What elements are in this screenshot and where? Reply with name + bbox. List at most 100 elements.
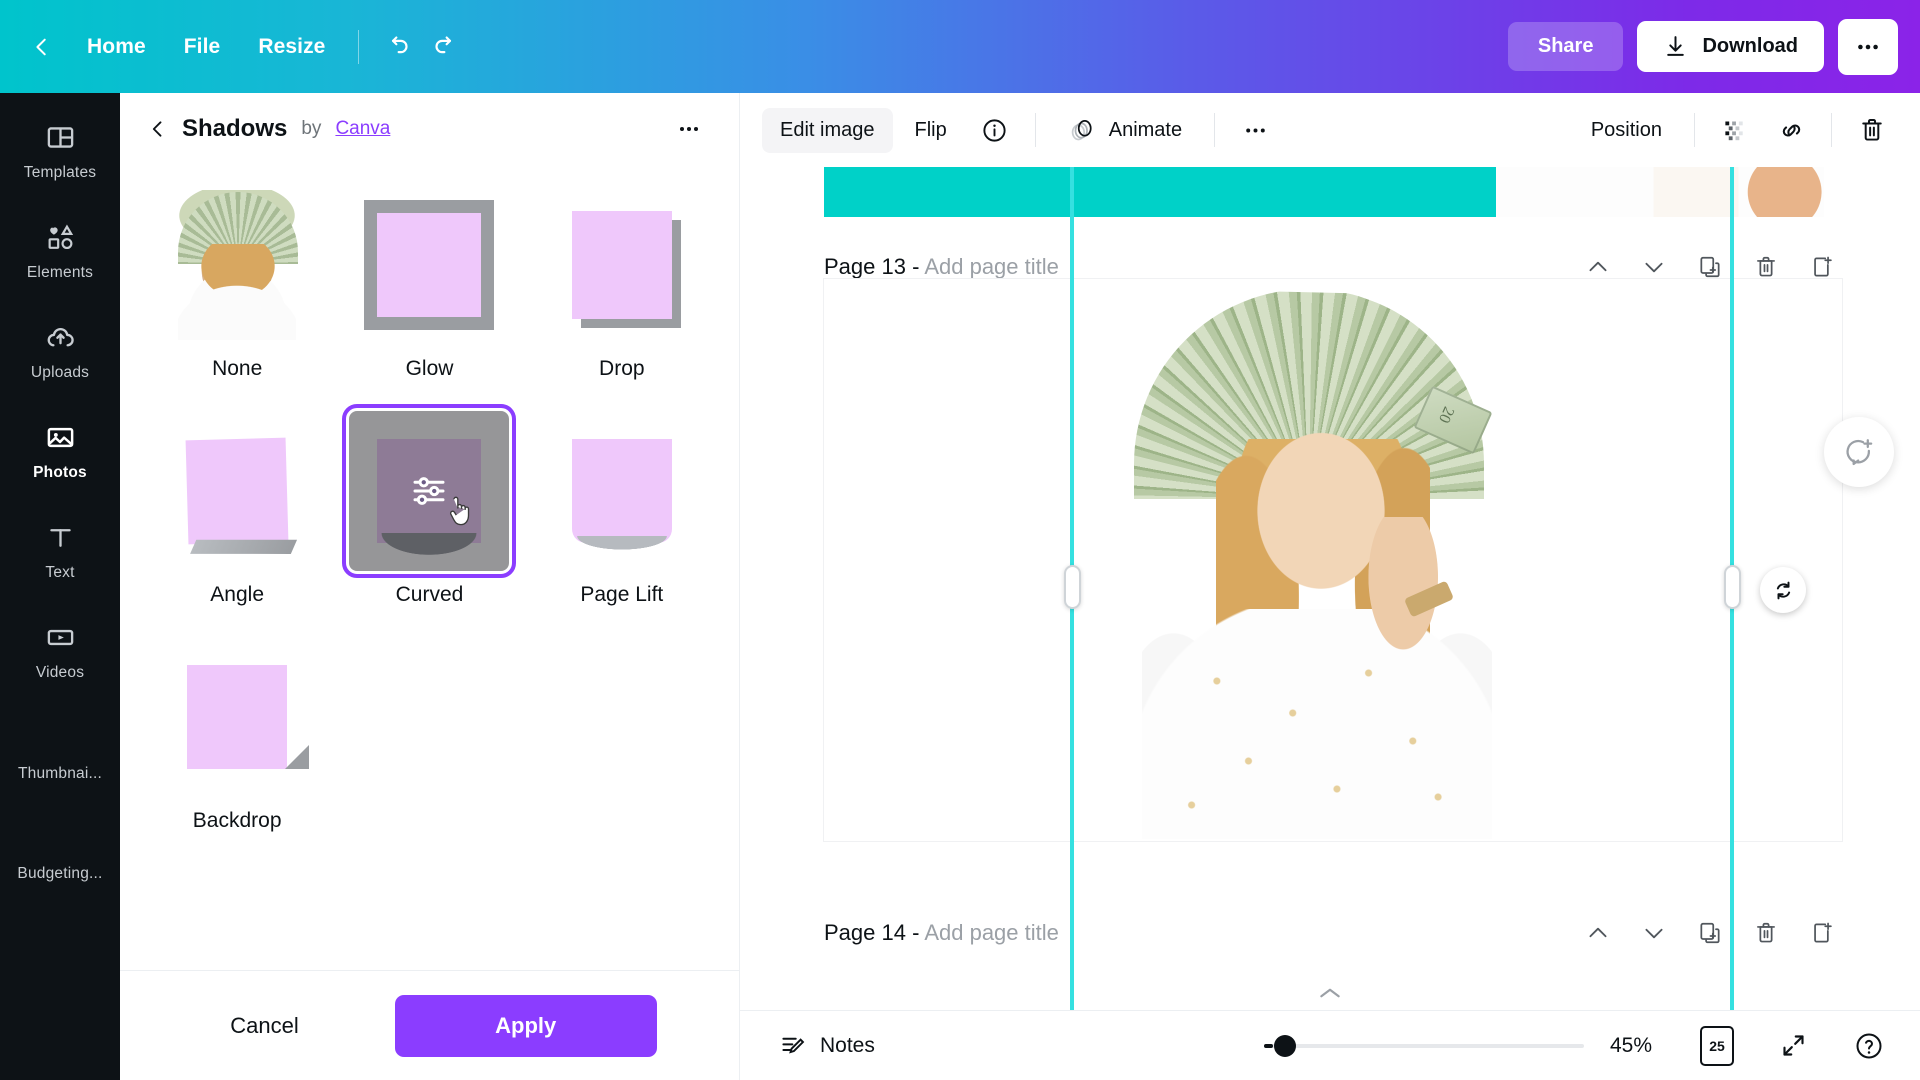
animate-button[interactable]: Animate <box>1050 104 1200 156</box>
shadow-option-angle: Angle <box>148 407 326 629</box>
shadow-preview-swatch <box>568 439 675 552</box>
page-13-canvas[interactable]: 20 <box>824 279 1842 841</box>
canvas-scroll-region[interactable]: Page 13 - Add page title 20 Page 14 - Ad… <box>740 167 1920 1010</box>
shadow-thumb-none[interactable] <box>153 181 322 349</box>
context-toolbar-right: Position <box>1573 104 1898 156</box>
delete-page-icon[interactable] <box>1746 913 1786 953</box>
sliver-teal-band <box>824 167 1524 217</box>
edit-image-button[interactable]: Edit image <box>762 107 893 153</box>
toolbar-divider <box>1034 113 1036 147</box>
page-14-number: Page 14 <box>824 920 906 945</box>
zoom-percent-label: 45% <box>1610 1033 1653 1057</box>
shadow-options-body: None Glow Drop Angle Curved Page Lift Ba… <box>120 165 739 970</box>
page-14-title[interactable]: Page 14 - Add page title <box>824 920 1059 946</box>
panel-title: Shadows <box>182 115 288 142</box>
zoom-controls: 45% 25 <box>1264 1021 1894 1071</box>
menu-file[interactable]: File <box>165 26 240 68</box>
selected-image-element[interactable]: 20 <box>1124 289 1514 839</box>
shadow-label-drop: Drop <box>599 357 645 380</box>
sidebar-item-budgeting[interactable]: Budgeting... <box>10 807 110 895</box>
trash-icon[interactable] <box>1846 104 1898 156</box>
panel-back-chevron-icon[interactable] <box>148 119 168 139</box>
shadow-thumb-backdrop[interactable] <box>153 633 322 801</box>
shadows-panel: Shadows by Canva None Glow Drop Angle Cu… <box>120 93 740 1080</box>
undo-icon[interactable] <box>373 23 421 71</box>
shadow-thumb-page-lift[interactable] <box>537 407 706 575</box>
budgeting-preview-icon <box>38 821 82 859</box>
notes-button[interactable]: Notes <box>766 1023 889 1068</box>
zoom-slider[interactable] <box>1264 1034 1584 1057</box>
sidebar-label-uploads: Uploads <box>30 363 90 381</box>
shadow-thumb-glow[interactable] <box>345 181 514 349</box>
download-label: Download <box>1702 35 1798 57</box>
shadow-thumb-drop[interactable] <box>537 181 706 349</box>
toolbar-divider <box>1831 113 1832 147</box>
apply-button[interactable]: Apply <box>394 994 657 1057</box>
redo-icon[interactable] <box>421 23 469 71</box>
shadow-thumb-curved[interactable] <box>342 404 517 578</box>
sidebar-item-videos[interactable]: Videos <box>10 607 110 695</box>
transparency-icon[interactable] <box>1709 104 1761 156</box>
cancel-button[interactable]: Cancel <box>202 999 326 1053</box>
add-page-icon[interactable] <box>1802 913 1842 953</box>
shadow-option-backdrop: Backdrop <box>148 633 326 855</box>
info-circle-icon[interactable] <box>969 104 1021 156</box>
panel-more-icon[interactable] <box>667 107 711 151</box>
position-button[interactable]: Position <box>1573 108 1680 153</box>
context-more-icon[interactable] <box>1229 104 1281 156</box>
add-comment-button[interactable] <box>1824 417 1894 487</box>
page-manager-icon[interactable]: 25 <box>1692 1021 1742 1071</box>
more-options-icon[interactable] <box>1838 18 1898 75</box>
text-icon <box>45 522 76 558</box>
sidebar-item-text[interactable]: Text <box>10 507 110 595</box>
zoom-slider-fill <box>1264 1043 1273 1048</box>
back-chevron-icon[interactable] <box>22 27 62 67</box>
page-13-title[interactable]: Page 13 - Add page title <box>824 254 1059 280</box>
shadow-thumb-angle[interactable] <box>153 407 322 575</box>
zoom-slider-knob[interactable] <box>1274 1034 1296 1057</box>
panel-author-link[interactable]: Canva <box>335 118 390 140</box>
shadow-preview-swatch <box>377 213 482 317</box>
shadow-adjust-overlay[interactable] <box>349 411 510 571</box>
top-toolbar: Home File Resize Share Download <box>0 0 1920 93</box>
page-count-value: 25 <box>1709 1037 1725 1054</box>
scroll-up-chevron-icon[interactable] <box>1317 985 1343 1006</box>
shadow-label-angle: Angle <box>210 583 265 606</box>
sidebar-item-thumbnail[interactable]: Thumbnai... <box>10 707 110 795</box>
download-button[interactable]: Download <box>1637 21 1824 72</box>
page-count-badge: 25 <box>1700 1025 1739 1069</box>
shadow-options-grid: None Glow Drop Angle Curved Page Lift Ba… <box>148 181 711 855</box>
elements-icon <box>45 222 76 258</box>
page-13-title-placeholder[interactable]: Add page title <box>924 254 1059 279</box>
sidebar-item-elements[interactable]: Elements <box>10 207 110 295</box>
move-down-icon[interactable] <box>1634 913 1674 953</box>
canva-editor-window: Home File Resize Share Download Template… <box>0 0 1920 1080</box>
shadow-label-glow: Glow <box>405 357 454 380</box>
arm-graphic <box>1360 517 1468 667</box>
shadow-option-glow: Glow <box>340 181 518 403</box>
notes-label: Notes <box>820 1033 875 1057</box>
sidebar-item-photos[interactable]: Photos <box>10 407 110 495</box>
help-circle-icon[interactable] <box>1844 1021 1894 1071</box>
flip-button[interactable]: Flip <box>897 108 965 153</box>
panel-footer: Cancel Apply <box>120 970 739 1080</box>
sidebar-item-templates[interactable]: Templates <box>10 107 110 195</box>
resize-handle-left[interactable] <box>1064 565 1081 609</box>
animate-icon <box>1068 115 1098 145</box>
menu-resize[interactable]: Resize <box>239 26 344 68</box>
link-icon[interactable] <box>1765 104 1817 156</box>
rotate-handle[interactable] <box>1760 567 1806 613</box>
duplicate-page-icon[interactable] <box>1690 913 1730 953</box>
page-14-title-placeholder[interactable]: Add page title <box>924 920 1059 945</box>
sidebar-item-uploads[interactable]: Uploads <box>10 307 110 395</box>
resize-handle-right[interactable] <box>1724 565 1741 609</box>
page-13-number: Page 13 <box>824 254 906 279</box>
move-up-icon[interactable] <box>1578 913 1618 953</box>
shirt-dots-graphic <box>1160 637 1476 837</box>
shadow-preview-swatch <box>187 665 310 769</box>
page-12-bottom-sliver[interactable] <box>824 167 1824 225</box>
menu-home[interactable]: Home <box>68 26 165 68</box>
share-button[interactable]: Share <box>1507 22 1624 71</box>
toolbar-divider <box>1694 113 1695 147</box>
fullscreen-expand-icon[interactable] <box>1768 1021 1818 1071</box>
